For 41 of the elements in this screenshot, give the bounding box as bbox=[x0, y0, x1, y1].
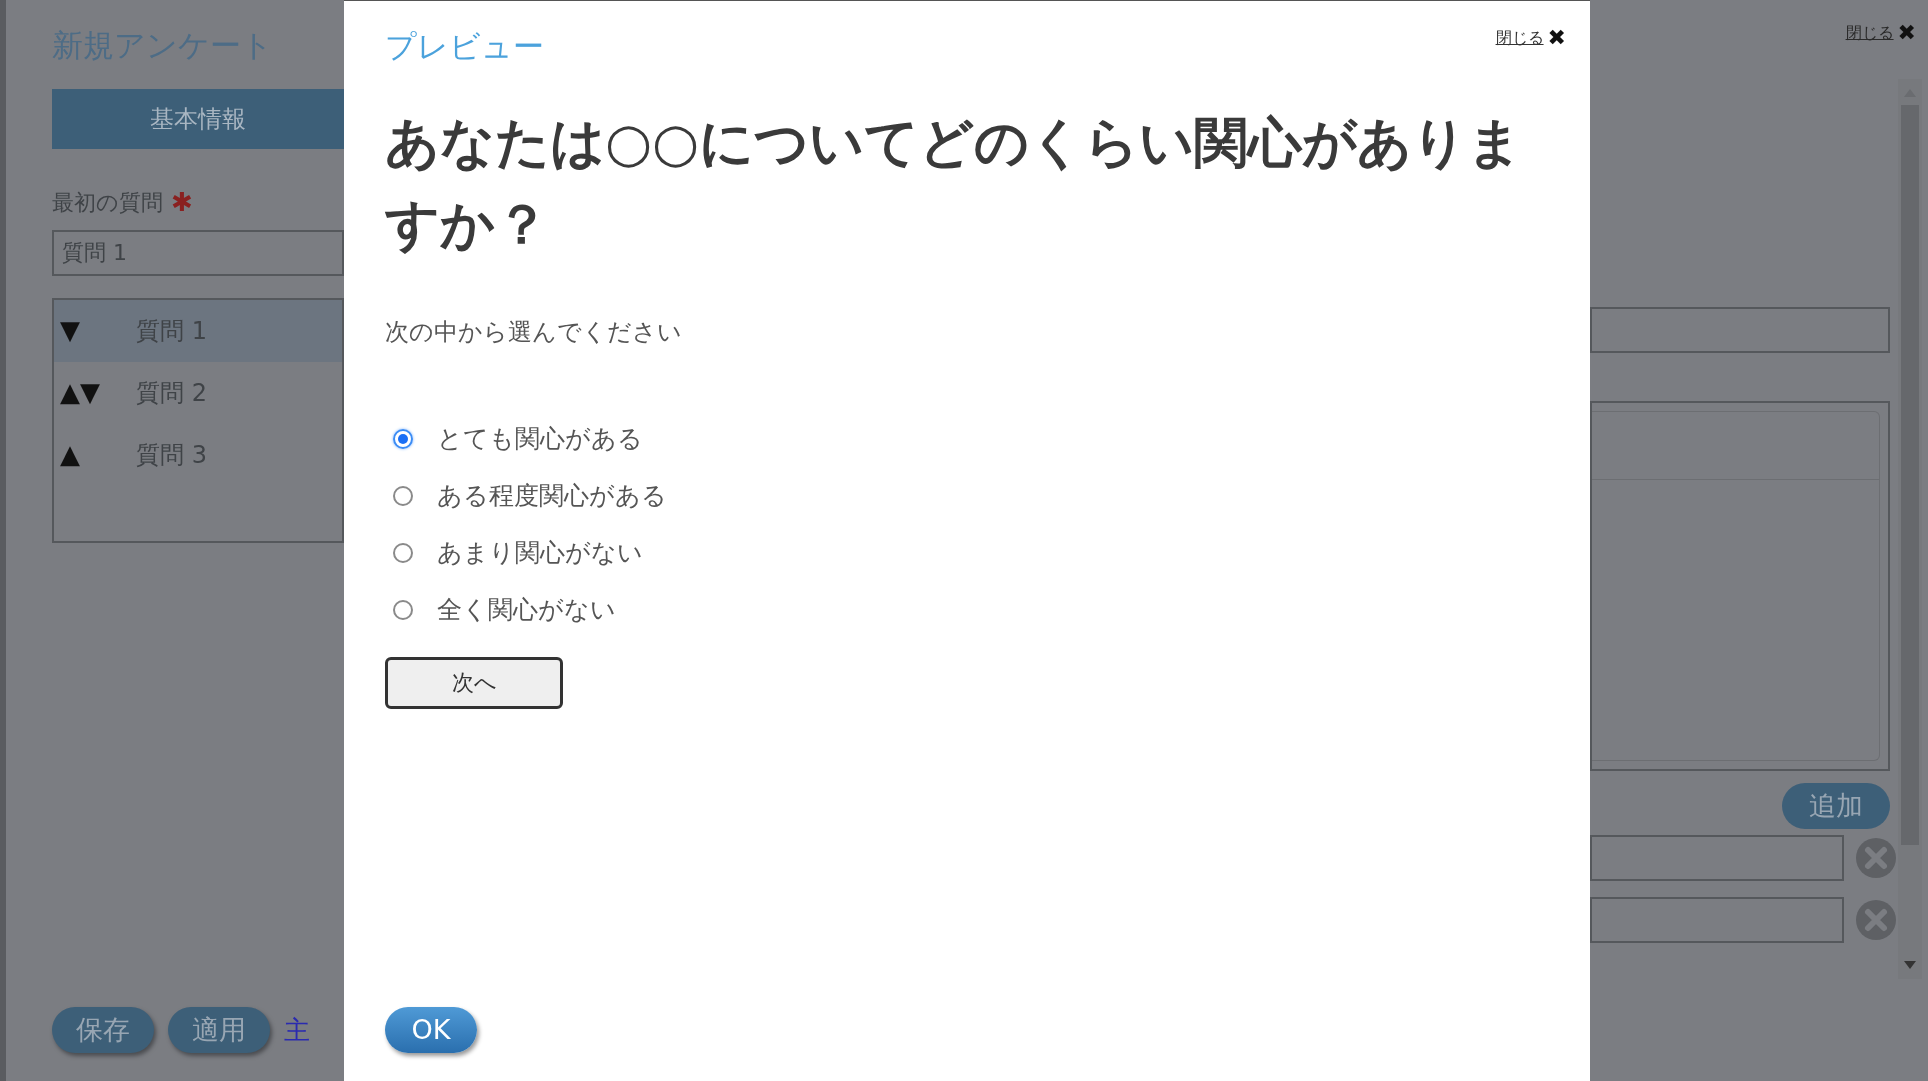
text-field[interactable] bbox=[1590, 897, 1844, 943]
remove-icon[interactable] bbox=[1854, 836, 1898, 880]
reorder-arrows[interactable]: ▲▼ bbox=[60, 373, 136, 412]
question-heading: あなたは○○についてどのくらい関心がありますか？ bbox=[385, 109, 1524, 258]
dialog-title: プレビュー bbox=[385, 27, 544, 66]
close-icon[interactable]: ✖ bbox=[1547, 21, 1566, 54]
question-list-item[interactable]: ▲ 質問 3 bbox=[54, 423, 342, 486]
reorder-arrows[interactable]: ▼ bbox=[60, 311, 136, 350]
question-list-item[interactable]: ▲▼ 質問 2 bbox=[54, 361, 342, 424]
close-link[interactable]: 閉じる bbox=[1495, 25, 1544, 50]
add-button[interactable]: 追加 bbox=[1782, 783, 1890, 829]
field-label: 最初の質問 bbox=[52, 188, 163, 217]
footer-button[interactable]: 保存 bbox=[52, 1007, 154, 1053]
radio-button[interactable] bbox=[393, 485, 413, 506]
reorder-arrows[interactable]: ▲ bbox=[60, 435, 136, 474]
answer-option[interactable]: とても関心がある bbox=[385, 419, 643, 458]
text-field[interactable] bbox=[1590, 835, 1844, 881]
instruction-text: 次の中から選んでください bbox=[385, 316, 683, 348]
scroll-down-icon[interactable] bbox=[1904, 961, 1916, 969]
radio-button[interactable] bbox=[393, 542, 413, 563]
close-icon[interactable]: ✖ bbox=[1897, 16, 1916, 49]
required-mark: ✱ bbox=[171, 185, 193, 219]
question-name: 質問 3 bbox=[136, 439, 207, 471]
question-name: 質問 1 bbox=[136, 315, 207, 347]
answer-option[interactable]: あまり関心がない bbox=[385, 533, 643, 572]
text-field[interactable] bbox=[1590, 307, 1890, 353]
tab[interactable]: 基本情報 bbox=[52, 88, 344, 149]
radio-button[interactable] bbox=[393, 428, 413, 449]
first-question-field[interactable]: 質問 1 bbox=[52, 229, 344, 276]
ok-button[interactable]: OK bbox=[385, 1007, 477, 1053]
radio-button[interactable] bbox=[393, 599, 413, 620]
footer-button[interactable]: 適用 bbox=[168, 1007, 270, 1053]
answer-option[interactable]: ある程度関心がある bbox=[385, 476, 667, 515]
answer-option[interactable]: 全く関心がない bbox=[385, 590, 616, 629]
close-link[interactable]: 閉じる bbox=[1845, 20, 1894, 45]
next-button[interactable]: 次へ bbox=[385, 656, 563, 709]
question-name: 質問 2 bbox=[136, 377, 207, 409]
question-list-item[interactable]: ▼ 質問 1 bbox=[54, 299, 342, 362]
remove-icon[interactable] bbox=[1854, 898, 1898, 942]
scrollbar[interactable] bbox=[1898, 79, 1922, 979]
link[interactable]: 主 bbox=[284, 1010, 310, 1050]
